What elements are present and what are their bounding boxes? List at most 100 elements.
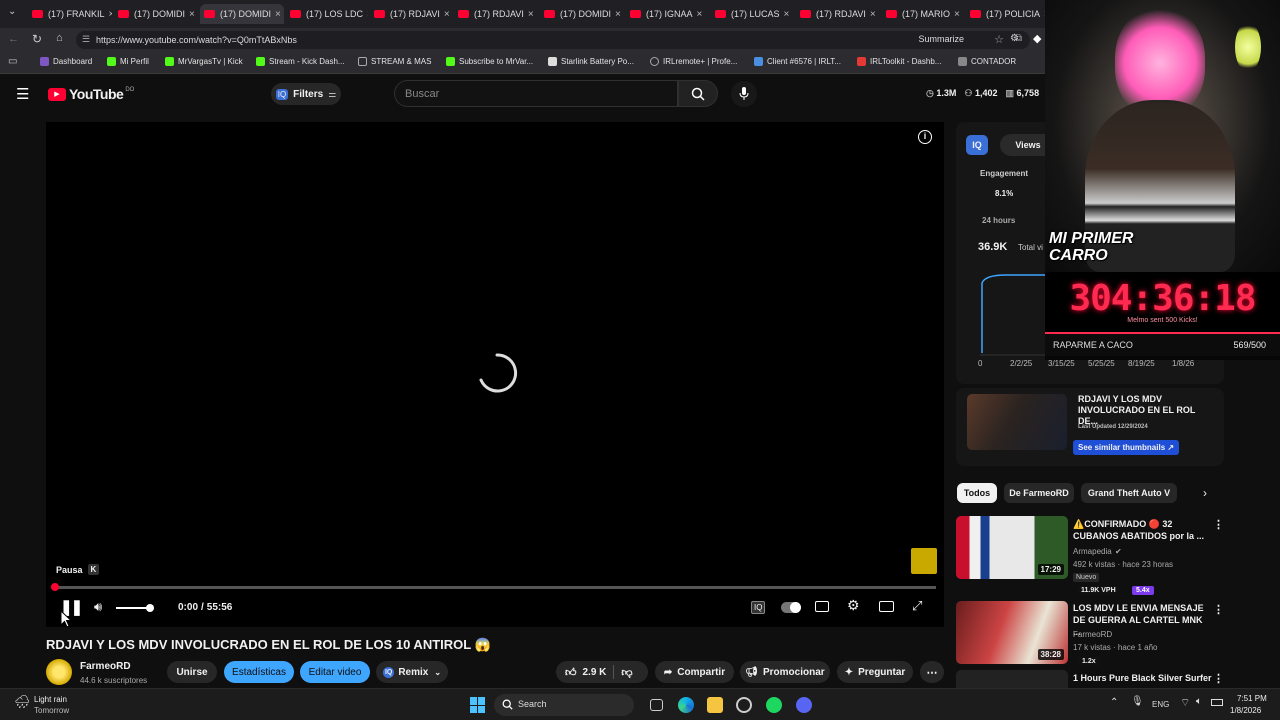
weather-icon[interactable]: 🌧︎ <box>14 694 31 710</box>
bookmark-item[interactable]: CONTADOR <box>958 57 1016 66</box>
close-icon[interactable]: × <box>954 9 960 20</box>
close-icon[interactable]: × <box>444 9 450 20</box>
reload-icon[interactable]: ↻ <box>32 32 42 46</box>
close-icon[interactable]: × <box>189 9 195 20</box>
bookmark-item[interactable]: Starlink Battery Po... <box>548 57 634 66</box>
discord-icon[interactable] <box>796 697 812 713</box>
favorites-icon[interactable]: ▭ <box>8 56 17 67</box>
volume-icon[interactable]: 🔊︎ <box>94 599 102 615</box>
list-item[interactable]: 1 Hours Pure Black Silver Surfer ⋮ <box>956 670 1224 688</box>
bookmark-item[interactable]: Mi Perfil <box>107 57 149 66</box>
bookmark-item[interactable]: IRLremote+ | Profe... <box>650 57 737 66</box>
close-icon[interactable]: × <box>697 9 703 20</box>
list-item[interactable]: 38:28 LOS MDV LE ENVIA MENSAJE DE GUERRA… <box>956 601 1224 671</box>
stats-button[interactable]: Estadísticas <box>224 661 294 683</box>
close-icon[interactable]: × <box>784 9 790 20</box>
extension-icon[interactable]: ⚙ <box>1010 33 1019 44</box>
browser-tab[interactable]: (17) RDJAVI × <box>458 4 538 24</box>
app-icon[interactable] <box>736 697 752 713</box>
vidiq-player-icon[interactable]: IQ <box>751 601 766 614</box>
search-input[interactable]: Buscar <box>394 80 678 107</box>
chevron-right-icon[interactable]: › <box>1203 486 1207 500</box>
spotify-icon[interactable] <box>766 697 782 713</box>
vidiq-badge[interactable]: IQ <box>966 135 988 155</box>
bookmark-item[interactable]: IRLToolkit - Dashb... <box>857 57 941 66</box>
clock-time[interactable]: 7:51 PM <box>1237 694 1267 703</box>
close-icon[interactable]: × <box>528 9 534 20</box>
promote-button[interactable]: 📢︎ Promocionar <box>740 661 830 683</box>
bookmark-star-icon[interactable]: ☆ <box>994 33 1004 46</box>
close-icon[interactable]: × <box>109 9 112 20</box>
chevron-up-icon[interactable]: ⌃ <box>1110 697 1118 708</box>
close-icon[interactable]: × <box>870 9 876 20</box>
chip-gta[interactable]: Grand Theft Auto V <box>1081 483 1177 503</box>
thumbnail-image[interactable] <box>967 394 1067 450</box>
home-icon[interactable]: ⌂ <box>56 32 63 44</box>
channel-name[interactable]: Armapedia <box>1073 547 1112 556</box>
browser-tab[interactable]: (17) IGNAA × <box>630 4 710 24</box>
chip-all[interactable]: Todos <box>957 483 997 503</box>
close-icon[interactable]: × <box>615 9 621 20</box>
browser-tab[interactable]: (17) LOS LDC× <box>290 4 368 24</box>
browser-tab[interactable]: (17) FRANKIL × <box>32 4 112 24</box>
wifi-icon[interactable]: ⌔ <box>1180 696 1190 710</box>
browser-tab[interactable]: (17) MARIO × <box>886 4 964 24</box>
channel-name[interactable]: FarmeoRD <box>1073 630 1112 639</box>
voice-search-button[interactable] <box>731 81 757 107</box>
more-options-icon[interactable]: ⋮ <box>1213 518 1224 531</box>
clock-date[interactable]: 1/8/2026 <box>1230 706 1261 715</box>
bookmark-item[interactable]: MrVargasTv | Kick <box>165 57 243 66</box>
back-icon[interactable]: ← <box>8 33 19 45</box>
progress-bar[interactable] <box>51 583 936 591</box>
chip-farmeord[interactable]: De FarmeoRD <box>1004 483 1074 503</box>
browser-tab[interactable]: (17) RDJAVI × <box>374 4 454 24</box>
ask-button[interactable]: ✦ Preguntar <box>837 661 913 683</box>
browser-tab[interactable]: (17) RDJAVI × <box>800 4 880 24</box>
tab-list-chevron-icon[interactable]: ⌄ <box>8 6 16 17</box>
list-item[interactable]: 17:29 ⚠️CONFIRMADO 🔴 32 CUBANOS ABATIDOS… <box>956 516 1224 596</box>
more-actions-button[interactable]: ⋯ <box>920 661 944 683</box>
close-icon[interactable]: × <box>275 9 281 20</box>
video-thumbnail[interactable] <box>956 670 1068 688</box>
autoplay-toggle[interactable] <box>781 602 801 613</box>
browser-tab[interactable]: (17) DOMIDI × <box>118 4 198 24</box>
volume-slider[interactable] <box>116 604 154 612</box>
fullscreen-icon[interactable]: ⤢ <box>912 598 922 614</box>
subtitles-icon[interactable] <box>815 601 829 612</box>
browser-tab[interactable]: (17) DOMIDI × <box>544 4 624 24</box>
video-thumbnail[interactable]: 38:28 <box>956 601 1068 664</box>
search-button[interactable] <box>678 80 718 107</box>
volume-knob[interactable] <box>146 604 154 612</box>
share-button[interactable]: ➦ Compartir <box>655 661 734 683</box>
battery-icon[interactable] <box>1211 699 1223 706</box>
windows-start-icon[interactable] <box>470 697 486 713</box>
edit-video-button[interactable]: Editar video <box>300 661 370 683</box>
video-player[interactable]: i Pausa K ❚❚ 🔊︎ 0:00/55:56 IQ ⚙ ⤢ <box>46 122 944 627</box>
task-view-icon[interactable] <box>650 699 663 711</box>
address-bar[interactable]: ☰ https://www.youtube.com/watch?v=Q0mTtA… <box>76 31 1030 49</box>
bookmark-item[interactable]: STREAM & MAS <box>358 57 431 66</box>
filters-button[interactable]: IQ Filters ⚌ <box>271 83 341 105</box>
miniplayer-icon[interactable] <box>879 601 894 612</box>
browser-tab[interactable]: (17) POLICIA× <box>970 4 1045 24</box>
bookmark-item[interactable]: Stream - Kick Dash... <box>256 57 345 66</box>
channel-watermark[interactable] <box>911 548 937 574</box>
file-explorer-icon[interactable] <box>707 697 723 713</box>
more-options-icon[interactable]: ⋮ <box>1213 672 1224 685</box>
info-icon[interactable]: i <box>918 130 932 144</box>
progress-scrubber[interactable] <box>51 583 59 591</box>
remix-button[interactable]: IQ Remix ⌄ <box>376 661 448 683</box>
extension-diamond-icon[interactable]: ◆ <box>1033 32 1041 45</box>
close-icon[interactable]: × <box>367 9 368 20</box>
taskbar-search[interactable]: Search <box>494 694 634 716</box>
bookmark-item[interactable]: Dashboard <box>40 57 92 66</box>
speaker-icon[interactable]: 🔈︎ <box>1196 696 1202 707</box>
youtube-logo[interactable]: ▶ YouTube DO <box>48 86 134 102</box>
channel-name[interactable]: FarmeoRD <box>80 661 131 672</box>
menu-icon[interactable]: ☰ <box>16 85 29 103</box>
summarize-button[interactable]: Summarize <box>918 34 964 44</box>
see-similar-button[interactable]: See similar thumbnails ↗ <box>1073 440 1180 455</box>
channel-avatar[interactable] <box>46 659 72 685</box>
more-options-icon[interactable]: ⋮ <box>1213 603 1224 616</box>
browser-tab-active[interactable]: (17) DOMIDI × <box>200 4 284 24</box>
